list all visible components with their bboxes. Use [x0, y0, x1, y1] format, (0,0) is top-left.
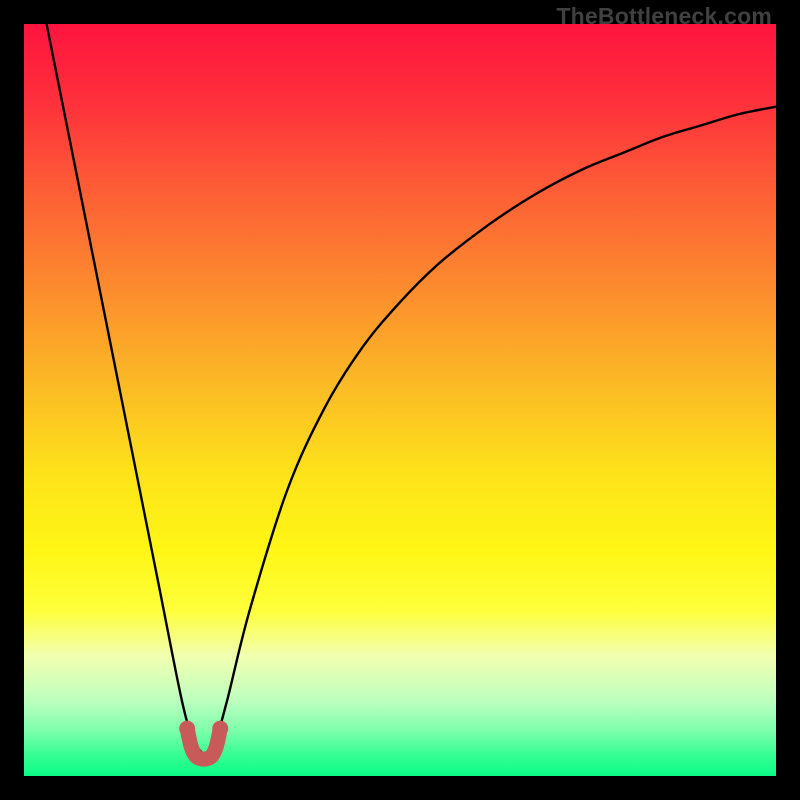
bottleneck-curve — [47, 24, 776, 753]
optimal-range-endcap — [179, 721, 195, 737]
plot-area — [24, 24, 776, 776]
chart-frame — [24, 24, 776, 776]
chart-svg — [24, 24, 776, 776]
optimal-range-endcap — [212, 721, 228, 737]
